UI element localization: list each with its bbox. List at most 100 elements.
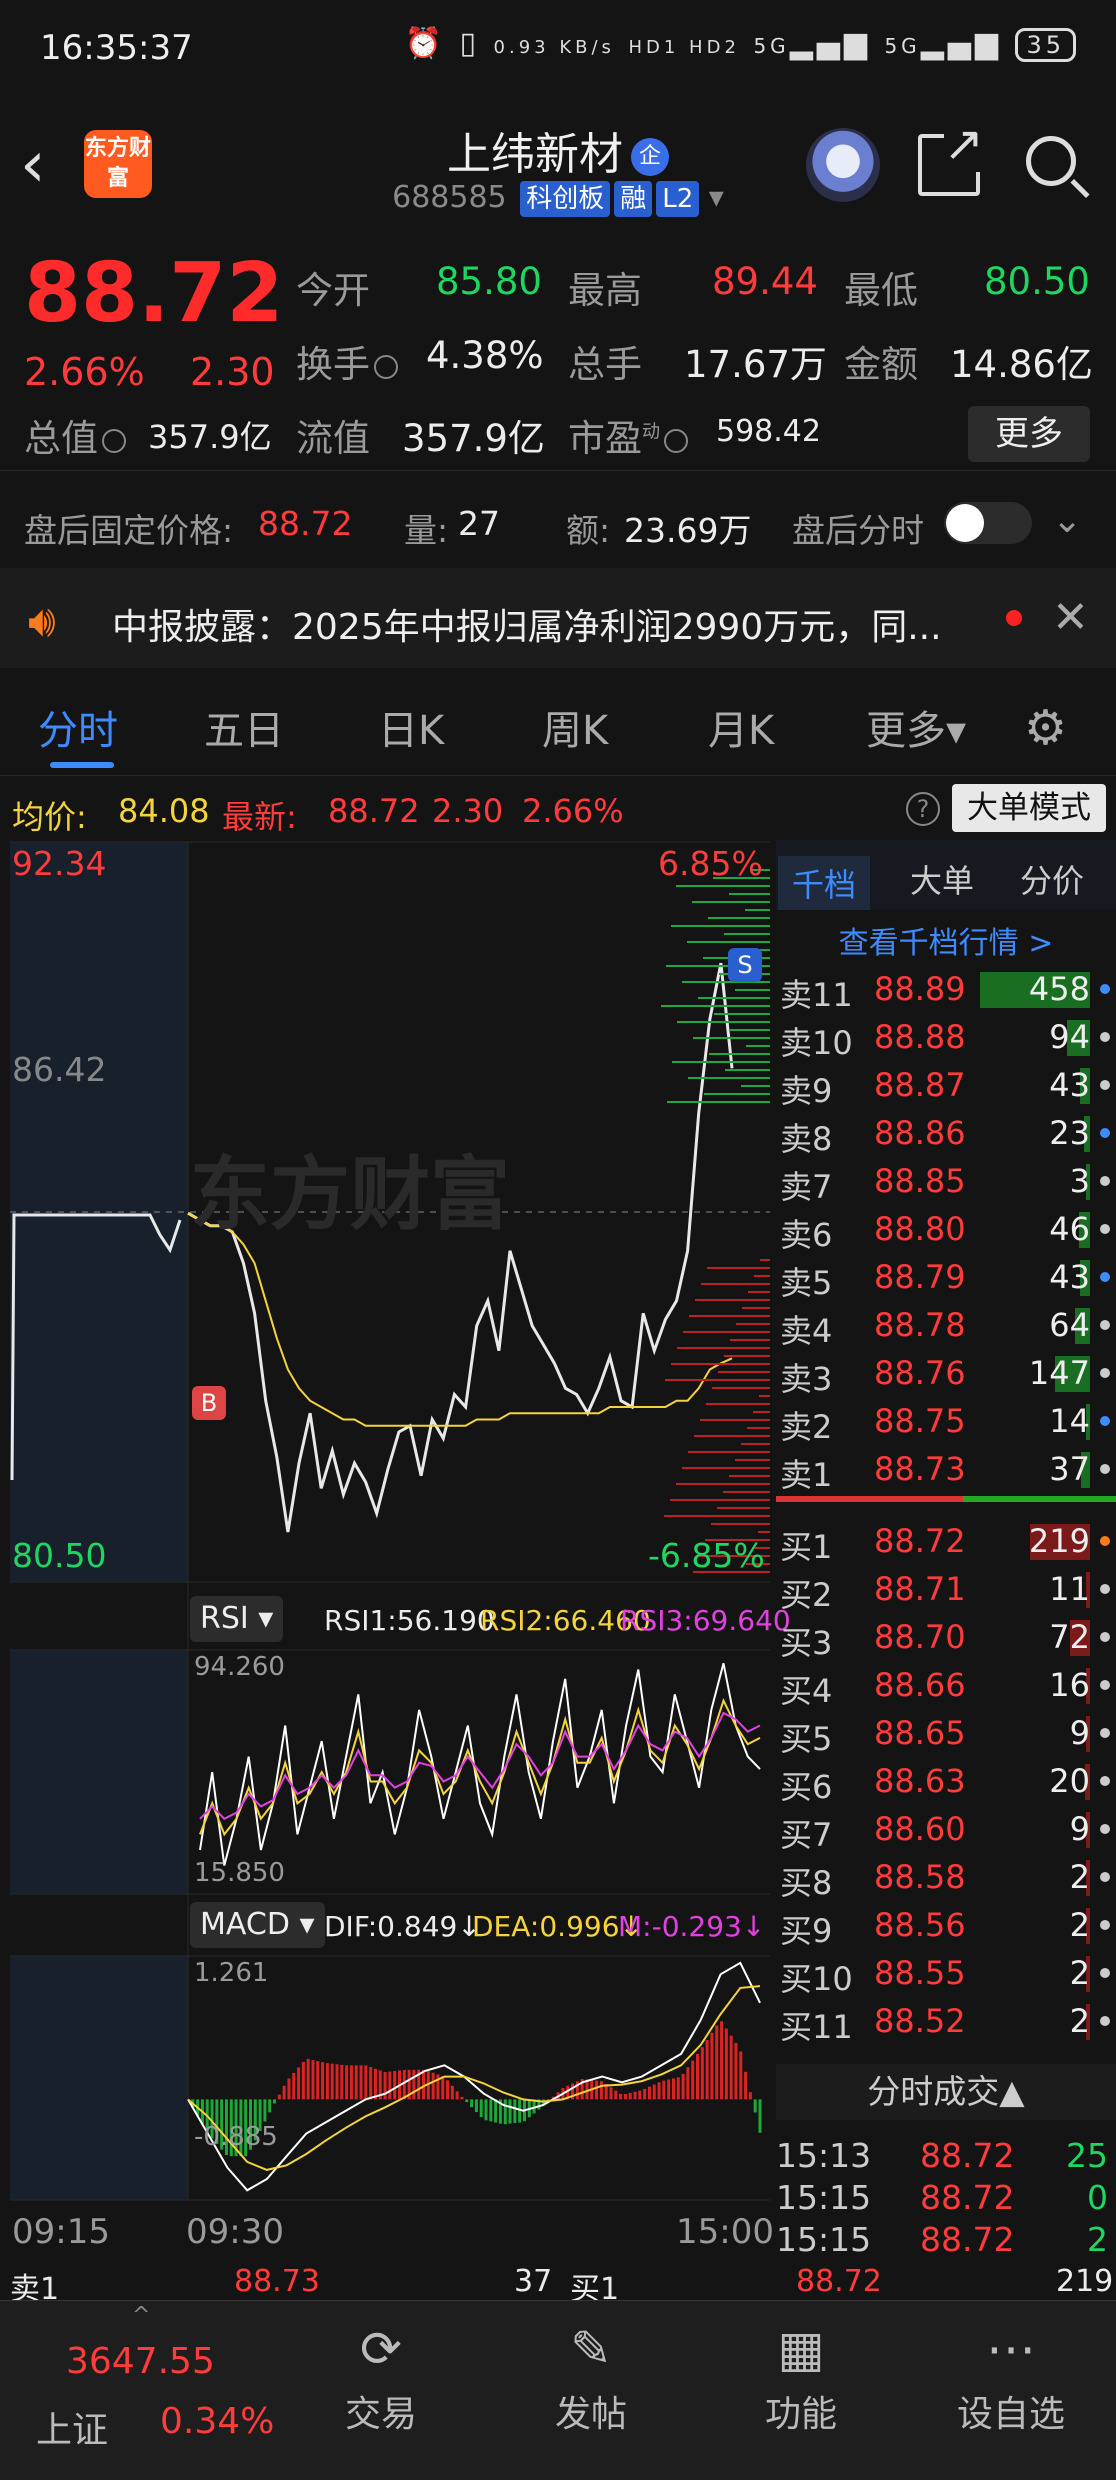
ask-price: 88.73 bbox=[874, 1450, 966, 1488]
info-icon[interactable] bbox=[664, 428, 688, 453]
rsi-selector[interactable]: RSI ▾ bbox=[190, 1596, 284, 1642]
sum-bid-price: 88.72 bbox=[796, 2264, 882, 2299]
price-line bbox=[187, 962, 734, 1533]
amount-label: 金额 bbox=[844, 343, 918, 386]
charts-area[interactable]: 92.34 6.85% 86.42 东方财富 80.50 -6.85% S B … bbox=[0, 840, 791, 2260]
ask-label: 卖10 bbox=[780, 1024, 853, 1062]
buy-marker-icon[interactable]: B bbox=[192, 1386, 226, 1420]
ask-row[interactable]: 卖3 88.76 147 bbox=[776, 1348, 1116, 1398]
ask-row[interactable]: 卖1 88.73 37 bbox=[776, 1444, 1116, 1494]
status-dot bbox=[1100, 1416, 1110, 1426]
ask-price: 88.78 bbox=[874, 1306, 966, 1344]
ai-assistant-icon[interactable] bbox=[806, 128, 880, 202]
gear-icon[interactable]: ⚙ bbox=[1024, 700, 1067, 756]
notice-text[interactable]: 中报披露：2025年中报归属净利润2990万元，同... bbox=[112, 598, 942, 650]
status-dot bbox=[1100, 1368, 1110, 1378]
bid-label: 买7 bbox=[780, 1816, 833, 1854]
turnover-label: 换手 bbox=[296, 334, 398, 388]
index-widget[interactable]: ^ 3647.55 上证 0.34% bbox=[0, 2301, 300, 2480]
ask-row[interactable]: 卖7 88.85 3 bbox=[776, 1156, 1116, 1206]
more-button[interactable]: 更多 bbox=[968, 406, 1090, 462]
ticks-title[interactable]: 分时成交▲ bbox=[776, 2064, 1116, 2120]
ask-row[interactable]: 卖2 88.75 14 bbox=[776, 1396, 1116, 1446]
bid-row[interactable]: 买5 88.65 9 bbox=[776, 1708, 1116, 1758]
nav-add-watchlist[interactable]: ⋯ 设自选 bbox=[906, 2301, 1116, 2480]
help-icon[interactable]: ? bbox=[906, 792, 940, 826]
ask-row[interactable]: 卖6 88.80 46 bbox=[776, 1204, 1116, 1254]
book-tab-price-dist[interactable]: 分价 bbox=[1020, 856, 1084, 902]
bid-row[interactable]: 买7 88.60 9 bbox=[776, 1804, 1116, 1854]
ask-row[interactable]: 卖4 88.78 64 bbox=[776, 1300, 1116, 1350]
tab-weekly-k[interactable]: 周K bbox=[542, 698, 608, 756]
bid-row[interactable]: 买11 88.52 2 bbox=[776, 1996, 1116, 2046]
info-icon[interactable] bbox=[102, 428, 126, 453]
y-top-label: 92.34 bbox=[12, 844, 107, 883]
rsi1-label: RSI1:56.190 bbox=[324, 1604, 495, 1637]
signal-5g-2: 5G bbox=[884, 34, 921, 58]
macd-top-label: 1.261 bbox=[194, 1958, 269, 1988]
nav-functions[interactable]: ▦ 功能 bbox=[696, 2301, 906, 2480]
ask-row[interactable]: 卖11 88.89 458 bbox=[776, 964, 1116, 1014]
ask-row[interactable]: 卖9 88.87 43 bbox=[776, 1060, 1116, 1110]
pct-top-label: 6.85% bbox=[658, 844, 763, 883]
ah-amt-label: 额: bbox=[566, 511, 611, 550]
tick-volume: 25 bbox=[1066, 2136, 1108, 2175]
bid-row[interactable]: 买8 88.58 2 bbox=[776, 1852, 1116, 1902]
ask-volume: 14 bbox=[1049, 1402, 1090, 1440]
tick-price: 88.72 bbox=[920, 2178, 1015, 2217]
search-icon[interactable] bbox=[1026, 136, 1076, 186]
chevron-down-icon[interactable]: ▾ bbox=[699, 180, 724, 215]
bid-row[interactable]: 买1 88.72 219 bbox=[776, 1516, 1116, 1566]
status-dot bbox=[1100, 1776, 1110, 1786]
time-label-1500: 15:00 bbox=[676, 2212, 774, 2252]
tab-five-day[interactable]: 五日 bbox=[204, 698, 284, 756]
bid-row[interactable]: 买10 88.55 2 bbox=[776, 1948, 1116, 1998]
macd-selector[interactable]: MACD ▾ bbox=[190, 1902, 325, 1948]
bbo-summary: 卖1 88.73 37 买1 88.72 219 bbox=[0, 2262, 1116, 2307]
status-dot bbox=[1100, 1032, 1110, 1042]
bid-label: 买9 bbox=[780, 1912, 833, 1950]
sum-ask-price: 88.73 bbox=[234, 2264, 320, 2299]
status-dot bbox=[1100, 1272, 1110, 1282]
close-icon[interactable]: ✕ bbox=[1052, 592, 1089, 643]
status-dot bbox=[1100, 1536, 1110, 1546]
tab-more[interactable]: 更多▾ bbox=[866, 698, 966, 756]
nav-post[interactable]: ✎ 发帖 bbox=[486, 2301, 696, 2480]
ask-row[interactable]: 卖5 88.79 43 bbox=[776, 1252, 1116, 1302]
chevron-down-icon[interactable]: ⌄ bbox=[1052, 500, 1082, 541]
bid-row[interactable]: 买3 88.70 72 bbox=[776, 1612, 1116, 1662]
book-tab-depth[interactable]: 千档 bbox=[778, 856, 871, 910]
status-bar: 16:35:37 ⏰ ▯ 0.93 KB/s HD1 HD2 5G▂▄▆ 5G▂… bbox=[0, 0, 1116, 100]
macd-bottom-label: -0.885 bbox=[194, 2122, 278, 2152]
book-tab-big-orders[interactable]: 大单 bbox=[910, 856, 974, 902]
bid-label: 买11 bbox=[780, 2008, 853, 2046]
status-dot bbox=[1100, 1320, 1110, 1330]
bid-price: 88.72 bbox=[874, 1522, 966, 1560]
bid-price: 88.66 bbox=[874, 1666, 966, 1704]
nav-trade[interactable]: ⟳ 交易 bbox=[276, 2301, 486, 2480]
ask-price: 88.79 bbox=[874, 1258, 966, 1296]
bid-row[interactable]: 买9 88.56 2 bbox=[776, 1900, 1116, 1950]
bid-row[interactable]: 买2 88.71 11 bbox=[776, 1564, 1116, 1614]
bid-price: 88.65 bbox=[874, 1714, 966, 1752]
index-value: 3647.55 bbox=[66, 2341, 215, 2382]
bid-price: 88.58 bbox=[874, 1858, 966, 1896]
tab-intraday[interactable]: 分时 bbox=[38, 698, 118, 756]
time-label-0915: 09:15 bbox=[12, 2212, 110, 2252]
low-value: 80.50 bbox=[984, 260, 1090, 303]
tab-daily-k[interactable]: 日K bbox=[378, 698, 444, 756]
ask-row[interactable]: 卖10 88.88 94 bbox=[776, 1012, 1116, 1062]
bid-row[interactable]: 买4 88.66 16 bbox=[776, 1660, 1116, 1710]
sell-marker-icon[interactable]: S bbox=[728, 948, 762, 982]
bottom-nav: ^ 3647.55 上证 0.34% ⟳ 交易 ✎ 发帖 ▦ 功能 ⋯ 设自选 bbox=[0, 2300, 1116, 2480]
bid-row[interactable]: 买6 88.63 20 bbox=[776, 1756, 1116, 1806]
depth-quote-link[interactable]: 查看千档行情 > bbox=[776, 918, 1116, 962]
tab-monthly-k[interactable]: 月K bbox=[708, 698, 774, 756]
rsi3-label: RSI3:69.640 bbox=[620, 1604, 791, 1637]
info-icon[interactable] bbox=[374, 354, 398, 379]
big-order-mode-button[interactable]: 大单模式 bbox=[952, 784, 1106, 832]
ask-row[interactable]: 卖8 88.86 23 bbox=[776, 1108, 1116, 1158]
notice-banner[interactable]: 🔊︎ 中报披露：2025年中报归属净利润2990万元，同... ✕ bbox=[0, 568, 1116, 668]
share-icon[interactable] bbox=[918, 116, 984, 196]
after-hours-toggle[interactable] bbox=[944, 502, 1032, 544]
